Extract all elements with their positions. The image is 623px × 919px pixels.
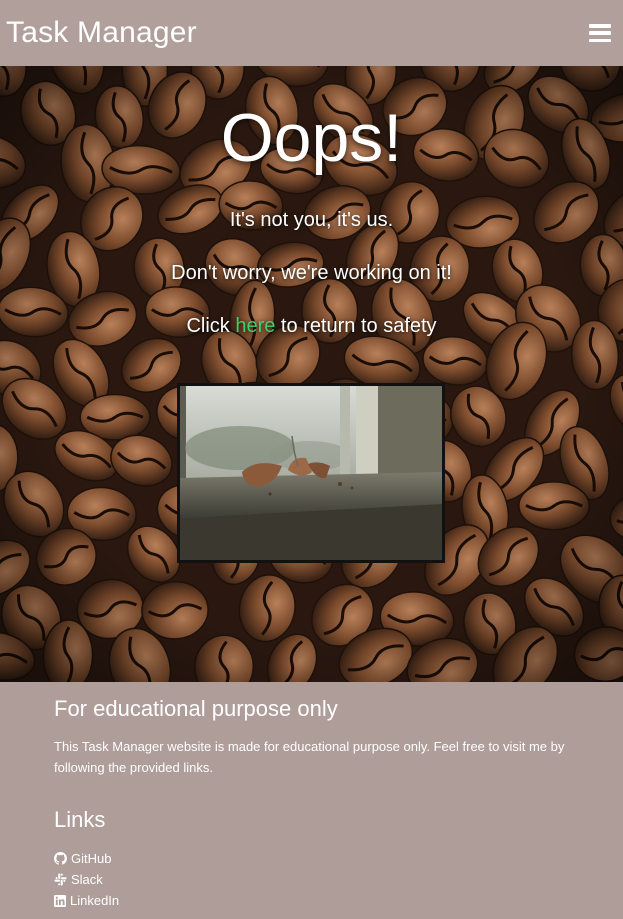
linkedin-label: LinkedIn <box>70 893 120 908</box>
linkedin-icon <box>54 894 66 907</box>
footer-edu-title: For educational purpose only <box>54 696 338 721</box>
slack-link[interactable]: Slack <box>54 869 119 890</box>
footer-edu-text: This Task Manager website is made for ed… <box>54 739 565 775</box>
brand-title[interactable]: Task Manager <box>6 16 197 50</box>
slack-icon <box>54 873 67 886</box>
return-prefix: Click <box>186 315 236 337</box>
github-label: GitHub <box>71 851 112 866</box>
github-icon <box>54 852 67 865</box>
navbar: Task Manager <box>0 0 623 66</box>
github-link[interactable]: GitHub <box>54 848 119 869</box>
hero-section: Oops! It's not you, it's us. Don't worry… <box>0 66 623 682</box>
hamburger-menu-icon[interactable] <box>589 22 613 44</box>
return-home-link[interactable]: here <box>235 315 275 337</box>
footer: For educational purpose only This Task M… <box>0 682 623 919</box>
return-suffix: to return to safety <box>275 315 437 337</box>
footer-links: GitHub Slack LinkedIn <box>54 848 119 911</box>
error-line-2: Don't worry, we're working on it! <box>171 262 452 284</box>
error-line-3: Click here to return to safety <box>0 315 623 338</box>
footer-links-title: Links <box>54 807 106 832</box>
broken-pot-image <box>177 383 445 563</box>
slack-label: Slack <box>71 872 103 887</box>
error-line-1: It's not you, it's us. <box>229 209 394 231</box>
error-message: Oops! It's not you, it's us. Don't worry… <box>0 66 623 682</box>
linkedin-link[interactable]: LinkedIn <box>54 890 119 911</box>
error-heading: Oops! <box>220 100 403 176</box>
